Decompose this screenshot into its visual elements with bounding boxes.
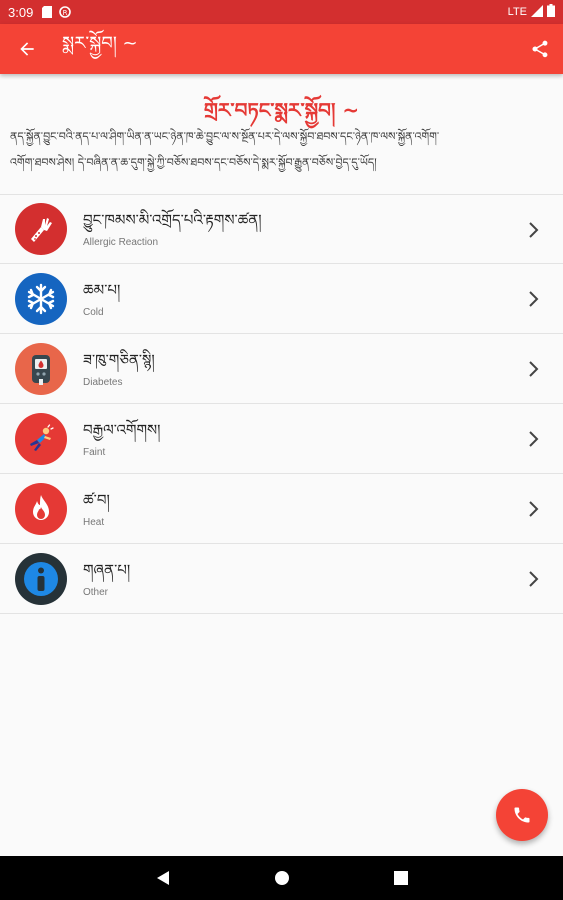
item-subtitle: Diabetes xyxy=(83,376,123,388)
share-button[interactable] xyxy=(517,24,563,74)
item-subtitle: Other xyxy=(83,586,109,598)
allergic-arm-icon xyxy=(15,203,67,255)
system-nav-bar xyxy=(0,856,563,900)
chevron-right-icon xyxy=(529,501,539,517)
chevron-right-icon xyxy=(529,222,539,238)
info-icon xyxy=(15,552,67,605)
fainting-person-icon xyxy=(15,412,67,465)
glucometer-icon xyxy=(15,342,67,395)
back-button[interactable] xyxy=(0,24,54,74)
share-icon xyxy=(532,40,548,58)
chevron-right-icon xyxy=(529,431,539,447)
emergency-list: བྱུང་ཁམས་མི་འགྲོད་པའི་རྟགས་ཚན། Allergic … xyxy=(0,194,563,614)
chevron-right-icon xyxy=(529,571,539,587)
item-subtitle: Heat xyxy=(83,516,105,528)
item-title: གཞན་པ། xyxy=(83,560,131,579)
status-bar: 3:09 R LTE xyxy=(0,0,563,24)
item-title: ཚ་བ། xyxy=(83,490,110,509)
list-item-heat[interactable]: ཚ་བ། Heat xyxy=(0,474,563,544)
chevron-right-icon xyxy=(529,291,539,307)
signal-icon xyxy=(531,4,543,20)
item-title: ཟ་ཁུ་གཅིན་སྙི། xyxy=(83,350,155,369)
item-title: ཆམ་པ། xyxy=(83,280,121,299)
nav-home-button[interactable] xyxy=(270,866,294,890)
nav-back-button[interactable] xyxy=(151,866,175,890)
list-item-allergic-reaction[interactable]: བྱུང་ཁམས་མི་འགྲོད་པའི་རྟགས་ཚན། Allergic … xyxy=(0,194,563,264)
list-item-cold[interactable]: ཆམ་པ། Cold xyxy=(0,264,563,334)
arrow-back-icon xyxy=(20,42,34,56)
item-title: བརྒྱལ་འགོགས། xyxy=(83,420,161,439)
nav-back-icon xyxy=(156,871,169,885)
battery-icon xyxy=(547,4,555,20)
chevron-right-icon xyxy=(529,361,539,377)
page-heading: གྲོར་བཏང་སྨར་སྐྱོབ། ~ xyxy=(203,98,360,122)
list-item-diabetes[interactable]: ཟ་ཁུ་གཅིན་སྙི། Diabetes xyxy=(0,334,563,404)
nav-recents-icon xyxy=(393,871,408,885)
item-subtitle: Allergic Reaction xyxy=(83,237,159,248)
app-bar-title: སྨར་སྐྱོབ། ~ xyxy=(62,33,138,54)
sd-card-icon xyxy=(41,6,53,18)
description-line-1: ནད་སྐྱོན་བྱུང་བའི་ནད་པ་ལ་ཤིག་ཡིན་ན་ཡང་ཉེ… xyxy=(10,130,440,143)
nav-recents-button[interactable] xyxy=(389,866,413,890)
main-content: གྲོར་བཏང་སྨར་སྐྱོབ། ~ ནད་སྐྱོན་བྱུང་བའི་… xyxy=(0,74,563,196)
phone-icon xyxy=(514,807,530,823)
network-type: LTE xyxy=(507,6,527,18)
list-item-other[interactable]: གཞན་པ། Other xyxy=(0,544,563,614)
status-time: 3:09 xyxy=(8,4,34,20)
item-subtitle: Cold xyxy=(83,306,104,318)
status-right: LTE xyxy=(508,4,555,20)
nav-home-icon xyxy=(274,871,289,885)
app-bar: སྨར་སྐྱོབ། ~ xyxy=(0,24,563,74)
item-title: བྱུང་ཁམས་མི་འགྲོད་པའི་རྟགས་ཚན། xyxy=(83,211,262,229)
call-button[interactable] xyxy=(496,789,548,841)
item-subtitle: Faint xyxy=(83,446,106,458)
svg-text:R: R xyxy=(63,9,68,17)
sync-icon: R xyxy=(59,6,72,18)
snowflake-icon xyxy=(15,272,67,325)
list-item-faint[interactable]: བརྒྱལ་འགོགས། Faint xyxy=(0,404,563,474)
description-line-2: འགོག་ཐབས་ཤེས། དེ་བཞིན་ན་ཆ་དུག་སྐྱེ་ཀྱི་བ… xyxy=(10,156,377,169)
flame-icon xyxy=(15,482,67,535)
description: ནད་སྐྱོན་བྱུང་བའི་ནད་པ་ལ་ཤིག་ཡིན་ན་ཡང་ཉེ… xyxy=(0,124,563,196)
